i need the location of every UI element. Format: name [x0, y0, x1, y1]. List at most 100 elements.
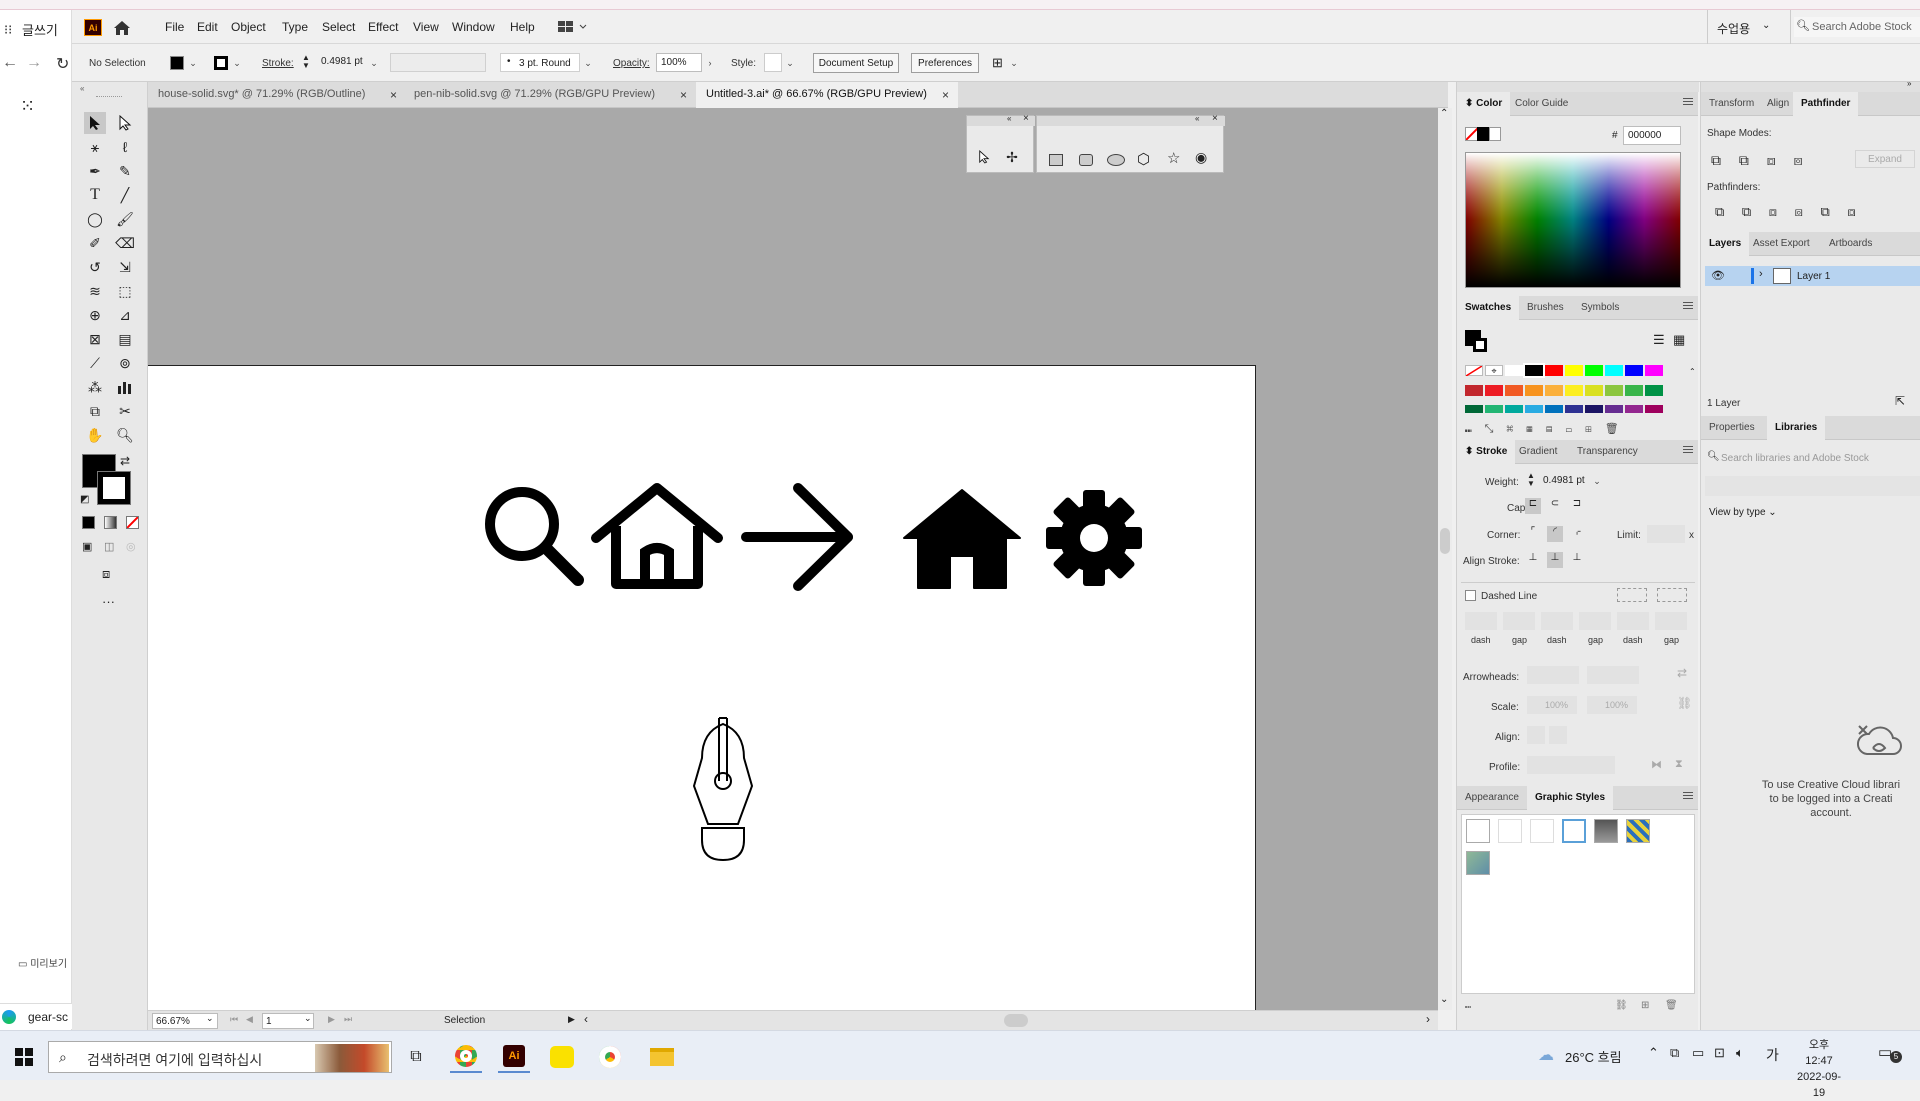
tab-pathfinder[interactable]: Pathfinder: [1793, 92, 1859, 116]
dash-align-icon[interactable]: [1657, 588, 1687, 602]
brush-definition[interactable]: • 3 pt. Round: [500, 53, 580, 72]
swatch-white[interactable]: [1505, 365, 1523, 376]
swatch[interactable]: [1605, 405, 1623, 413]
new-style-icon[interactable]: ⊞: [1641, 1000, 1649, 1011]
round-cap-icon[interactable]: ⊂: [1547, 498, 1563, 514]
scroll-right-icon[interactable]: ›: [1426, 1012, 1430, 1026]
dash-field[interactable]: [1617, 612, 1649, 630]
preferences-button[interactable]: Preferences: [911, 53, 979, 73]
kakaotalk-icon[interactable]: [546, 1041, 578, 1073]
list-view-icon[interactable]: ☰: [1653, 332, 1665, 348]
selection-tool-icon[interactable]: [973, 146, 995, 168]
swap-arrowheads-icon[interactable]: ⇄: [1677, 666, 1687, 680]
paintbrush-tool-icon[interactable]: 🖌︎: [114, 208, 136, 230]
close-icon[interactable]: ×: [390, 88, 397, 102]
chevron-down-icon[interactable]: ⌄: [1008, 54, 1020, 72]
direct-selection-tool-icon[interactable]: [114, 112, 136, 134]
scroll-up-icon[interactable]: ⌃: [1440, 108, 1448, 119]
swatch[interactable]: [1465, 385, 1483, 396]
chevron-down-icon[interactable]: ⌄: [368, 54, 380, 72]
tab-artboards[interactable]: Artboards: [1821, 232, 1880, 256]
eyedropper-tool-icon[interactable]: ⟋: [84, 352, 106, 374]
blend-tool-icon[interactable]: ⊚: [114, 352, 136, 374]
perspective-grid-tool-icon[interactable]: ⊿: [114, 304, 136, 326]
collapse-icon[interactable]: «: [1195, 114, 1199, 123]
flip-along-icon[interactable]: ⧓: [1651, 758, 1662, 771]
swatch-cyan[interactable]: [1605, 365, 1623, 376]
gap-field[interactable]: [1655, 612, 1687, 630]
chrome-profile-icon[interactable]: [594, 1041, 626, 1073]
end-scale-field[interactable]: 100%: [1587, 696, 1637, 714]
tab-transparency[interactable]: Transparency: [1569, 440, 1646, 464]
scroll-left-icon[interactable]: ‹: [584, 1012, 588, 1026]
view-by-type-dropdown[interactable]: View by type ⌄: [1709, 507, 1777, 518]
ellipse-tool-icon[interactable]: [1107, 154, 1125, 166]
menu-effect[interactable]: Effect: [368, 20, 398, 34]
graphic-style[interactable]: [1562, 819, 1586, 843]
pen-tool-icon[interactable]: ✒: [84, 160, 106, 182]
tab-graphic-styles[interactable]: Graphic Styles: [1527, 786, 1614, 810]
limit-field[interactable]: [1647, 525, 1685, 543]
tab-asset-export[interactable]: Asset Export: [1745, 232, 1818, 256]
draw-behind-icon[interactable]: ◫: [104, 540, 114, 553]
expand-button[interactable]: Expand: [1855, 150, 1915, 168]
dots-icon[interactable]: ⁝⁝: [4, 22, 12, 38]
shape-mode-buttons[interactable]: ⧉ ⧉ ⧈ ⧇: [1711, 152, 1802, 169]
swatch[interactable]: [1625, 385, 1643, 396]
tab-symbols[interactable]: Symbols: [1573, 296, 1627, 320]
stroke-swatch[interactable]: [97, 471, 131, 505]
tab-swatches[interactable]: Swatches: [1457, 296, 1520, 320]
chrome-icon[interactable]: [450, 1041, 482, 1073]
scroll-down-icon[interactable]: ⌄: [1440, 994, 1448, 1005]
menu-file[interactable]: File: [165, 20, 184, 34]
slice-tool-icon[interactable]: ✂: [114, 400, 136, 422]
default-fill-stroke-icon[interactable]: ◩: [80, 494, 89, 505]
swatch[interactable]: [1505, 385, 1523, 396]
tray-icon[interactable]: ⧉: [1670, 1045, 1679, 1061]
screen-mode-icon[interactable]: ⧈: [102, 566, 110, 582]
panel-menu-icon[interactable]: [1683, 446, 1693, 456]
library-select[interactable]: [1705, 476, 1920, 496]
type-tool-icon[interactable]: T: [84, 184, 106, 206]
opacity-label[interactable]: Opacity:: [613, 58, 650, 69]
chevron-right-icon[interactable]: ›: [704, 54, 716, 72]
tab-transform[interactable]: Transform: [1701, 92, 1762, 116]
last-artboard-icon[interactable]: ⏭: [344, 1014, 352, 1025]
swatch-green[interactable]: [1585, 365, 1603, 376]
next-artboard-icon[interactable]: ▶: [328, 1014, 335, 1025]
panel-menu-icon[interactable]: [1683, 302, 1693, 312]
flip-across-icon[interactable]: ⧗: [1675, 758, 1683, 771]
taskbar-search-input[interactable]: ⌕ 검색하려면 여기에 입력하십시: [48, 1041, 392, 1073]
network-icon[interactable]: ⊡: [1714, 1045, 1725, 1061]
tab-layers[interactable]: Layers: [1701, 232, 1750, 256]
ime-indicator[interactable]: 가: [1766, 1045, 1779, 1065]
arrow-right-icon[interactable]: [740, 482, 860, 592]
swatch[interactable]: [1565, 385, 1583, 396]
dashed-line-checkbox[interactable]: [1465, 590, 1476, 601]
home-icon[interactable]: [112, 18, 132, 38]
graphic-style[interactable]: [1626, 819, 1650, 843]
swap-fill-stroke-icon[interactable]: ⇄: [120, 454, 130, 468]
close-icon[interactable]: ×: [1212, 113, 1218, 124]
swatch-yellow[interactable]: [1565, 365, 1583, 376]
gear-icon[interactable]: [1044, 488, 1144, 588]
pen-nib-outline-icon[interactable]: [688, 716, 758, 866]
chevron-up-icon[interactable]: ⌃: [1648, 1045, 1659, 1061]
document-tab[interactable]: house-solid.svg* @ 71.29% (RGB/Outline): [148, 82, 400, 108]
lasso-tool-icon[interactable]: ℓ: [114, 136, 136, 158]
graphic-style-swatch[interactable]: [764, 53, 782, 72]
align-center-icon[interactable]: ⊥: [1525, 552, 1541, 568]
black-color-icon[interactable]: [1477, 127, 1489, 141]
curvature-tool-icon[interactable]: ✎: [114, 160, 136, 182]
shape-builder-tool-icon[interactable]: ⊕: [84, 304, 106, 326]
export-icon[interactable]: ⇱: [1895, 394, 1905, 408]
collapse-icon[interactable]: «: [80, 84, 84, 93]
selection-tool-icon[interactable]: [84, 112, 106, 134]
layer-name[interactable]: Layer 1: [1797, 271, 1830, 282]
rotate-tool-icon[interactable]: ↺: [84, 256, 106, 278]
swatch[interactable]: [1485, 405, 1503, 413]
tab-align[interactable]: Align: [1759, 92, 1797, 116]
tab-color-guide[interactable]: Color Guide: [1507, 92, 1576, 116]
swatch[interactable]: [1645, 385, 1663, 396]
vertical-scroll-thumb[interactable]: [1440, 528, 1450, 554]
